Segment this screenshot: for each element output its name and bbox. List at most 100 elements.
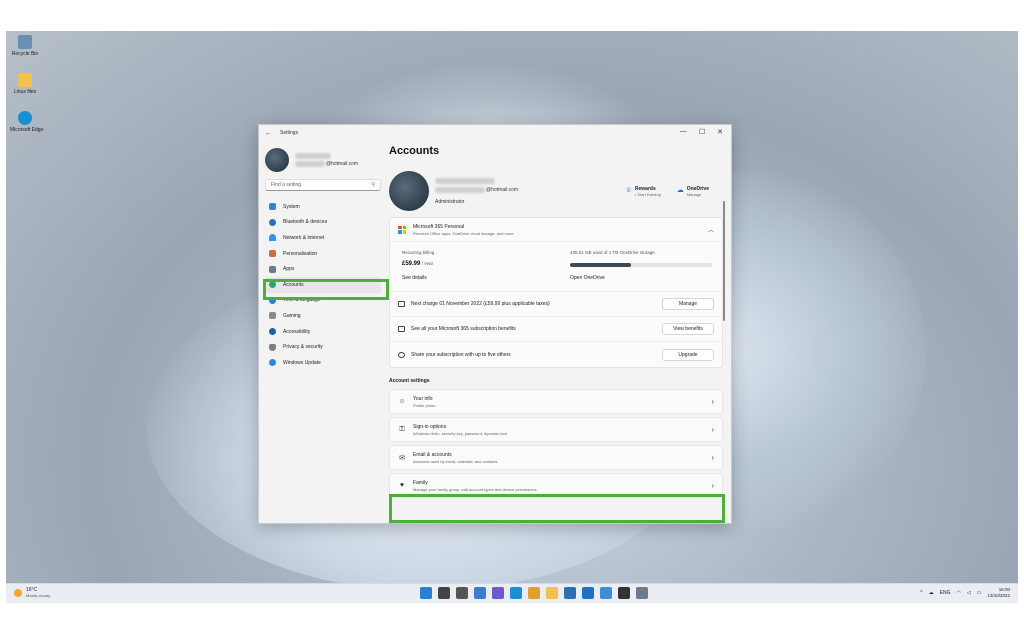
row-text: Next charge 01 November 2022 (£59.99 plu… (411, 301, 550, 307)
desktop-icon-edge[interactable]: Microsoft Edge (10, 111, 44, 133)
see-details-link[interactable]: See details (402, 275, 427, 281)
monitor-icon (269, 203, 276, 211)
clock-date: 13/10/2022 (987, 593, 1010, 598)
scrollbar[interactable] (723, 201, 725, 321)
widgets-icon[interactable] (474, 587, 486, 599)
search-placeholder: Find a setting (271, 182, 302, 188)
wifi-icon[interactable]: ◠ (957, 590, 961, 596)
setting-your-info[interactable]: ☺ Your info Profile photo › (389, 389, 723, 414)
chat-icon[interactable] (492, 587, 504, 599)
highlight-family (389, 494, 725, 523)
sidebar-item-privacy[interactable]: Privacy & security (265, 339, 381, 355)
sidebar-item-label: Privacy & security (283, 344, 323, 351)
sidebar-item-network[interactable]: Network & internet (265, 230, 381, 246)
setting-email-accounts[interactable]: ✉ Email & accounts Accounts used by email… (389, 445, 723, 470)
avatar (389, 171, 429, 211)
wifi-icon (269, 234, 276, 242)
setting-title: Email & accounts (413, 451, 452, 458)
file-explorer-icon[interactable] (546, 587, 558, 599)
page-title: Accounts (389, 145, 440, 157)
chevron-right-icon: › (711, 481, 714, 490)
storage-bar-fill (570, 263, 632, 267)
heart-icon: ♥ (399, 482, 405, 489)
upgrade-button[interactable]: Upgrade (662, 348, 714, 361)
main-content: Accounts @hotmail.com Administrator ♕ Re… (389, 141, 727, 523)
view-benefits-button[interactable]: View benefits (662, 323, 714, 335)
search-icon[interactable] (438, 587, 450, 599)
store-icon[interactable] (564, 587, 576, 599)
rewards-link[interactable]: ♕ Rewards • Start Earning (626, 186, 661, 197)
task-view-icon[interactable] (456, 587, 468, 599)
chevron-up-icon[interactable]: ^ (920, 590, 922, 596)
open-onedrive-link[interactable]: Open OneDrive (570, 275, 605, 281)
desktop-icon-label: Recycle Bin (11, 51, 39, 57)
close-button[interactable]: ✕ (717, 128, 723, 136)
m365-row-share: Share your subscription with up to five … (390, 342, 722, 367)
m365-title: Microsoft 365 Personal (413, 223, 465, 230)
quick-subtitle: • Start Earning (634, 191, 661, 197)
sidebar-item-windows-update[interactable]: Windows Update (265, 355, 381, 371)
clock[interactable]: 16:00 13/10/2022 (987, 587, 1010, 599)
sidebar-profile[interactable]: @hotmail.com (265, 145, 381, 175)
photos-icon[interactable] (600, 587, 612, 599)
sidebar-item-apps[interactable]: Apps (265, 261, 381, 277)
minimize-button[interactable]: — (680, 128, 687, 136)
setting-title: Sign-in options (413, 423, 447, 430)
desktop-icon-recycle-bin[interactable]: Recycle Bin (10, 35, 40, 57)
sidebar-item-accessibility[interactable]: Accessibility (265, 324, 381, 340)
onedrive-link[interactable]: ☁ OneDrive Manage (677, 186, 709, 197)
window-title: Settings (280, 130, 299, 136)
setting-title: Family (413, 479, 428, 486)
setting-subtitle: Accounts used by email, calendar, and co… (413, 458, 498, 464)
chrome-icon[interactable] (528, 587, 540, 599)
sidebar-item-system[interactable]: System (265, 199, 381, 215)
account-role: Administrator (435, 198, 465, 205)
highlight-accounts (263, 279, 389, 300)
desktop: Recycle Bin Linux files Microsoft Edge ←… (6, 31, 1018, 603)
storage-text: 435.01 GB used of 1 TB OneDrive storage (570, 250, 655, 255)
desktop-icon-label: Microsoft Edge (10, 127, 44, 133)
microsoft-logo-icon (398, 225, 406, 234)
chevron-up-icon[interactable]: ︿ (708, 225, 714, 234)
card-icon (398, 301, 405, 307)
sidebar-item-label: Bluetooth & devices (283, 219, 328, 226)
m365-card: Microsoft 365 Personal Premium Office ap… (389, 217, 723, 368)
mail-icon[interactable] (582, 587, 594, 599)
battery-icon[interactable]: ▭ (977, 590, 982, 596)
edge-icon[interactable] (510, 587, 522, 599)
sidebar-item-gaming[interactable]: Gaming (265, 308, 381, 324)
setting-sign-in-options[interactable]: ⚿ Sign-in options Windows Hello, security… (389, 417, 723, 442)
redacted-email (295, 161, 325, 167)
m365-row-benefits: See all your Microsoft 365 subscription … (390, 317, 722, 342)
m365-subtitle: Premium Office apps, OneDrive cloud stor… (413, 230, 514, 236)
account-header: @hotmail.com Administrator ♕ Rewards • St… (389, 165, 723, 217)
m365-header[interactable]: Microsoft 365 Personal Premium Office ap… (390, 218, 722, 242)
weather-widget[interactable]: 16°C Mostly cloudy (14, 587, 50, 598)
system-tray: ^ ☁ ENG ◠ ◁ ▭ 16:00 13/10/2022 (920, 587, 1010, 599)
chevron-right-icon: › (711, 453, 714, 462)
brush-icon (269, 250, 276, 258)
manage-button[interactable]: Manage (662, 298, 714, 310)
sidebar-item-personalisation[interactable]: Personalisation (265, 246, 381, 262)
back-arrow-icon[interactable]: ← (265, 130, 272, 137)
email-domain: @hotmail.com (326, 161, 359, 167)
sidebar: @hotmail.com Find a setting ⚲ System Blu… (259, 141, 387, 523)
sidebar-item-label: Personalisation (283, 250, 318, 257)
cloud-icon[interactable]: ☁ (929, 590, 934, 596)
terminal-icon[interactable] (618, 587, 630, 599)
price-value: £59.99 (402, 261, 421, 267)
settings-icon[interactable] (636, 587, 648, 599)
language-indicator[interactable]: ENG (940, 590, 951, 596)
key-icon: ⚿ (399, 425, 405, 433)
volume-icon[interactable]: ◁ (967, 590, 971, 596)
folder-icon (18, 73, 32, 87)
price-period: / Year (420, 261, 434, 266)
desktop-icon-linux-files[interactable]: Linux files (10, 73, 40, 95)
sidebar-item-bluetooth[interactable]: Bluetooth & devices (265, 215, 381, 231)
maximize-button[interactable]: ☐ (699, 128, 705, 136)
email-domain: @hotmail.com (486, 186, 519, 193)
start-icon[interactable] (420, 587, 432, 599)
weather-icon (14, 588, 22, 597)
search-field[interactable]: Find a setting ⚲ (265, 179, 381, 191)
chevron-right-icon: › (711, 397, 714, 406)
